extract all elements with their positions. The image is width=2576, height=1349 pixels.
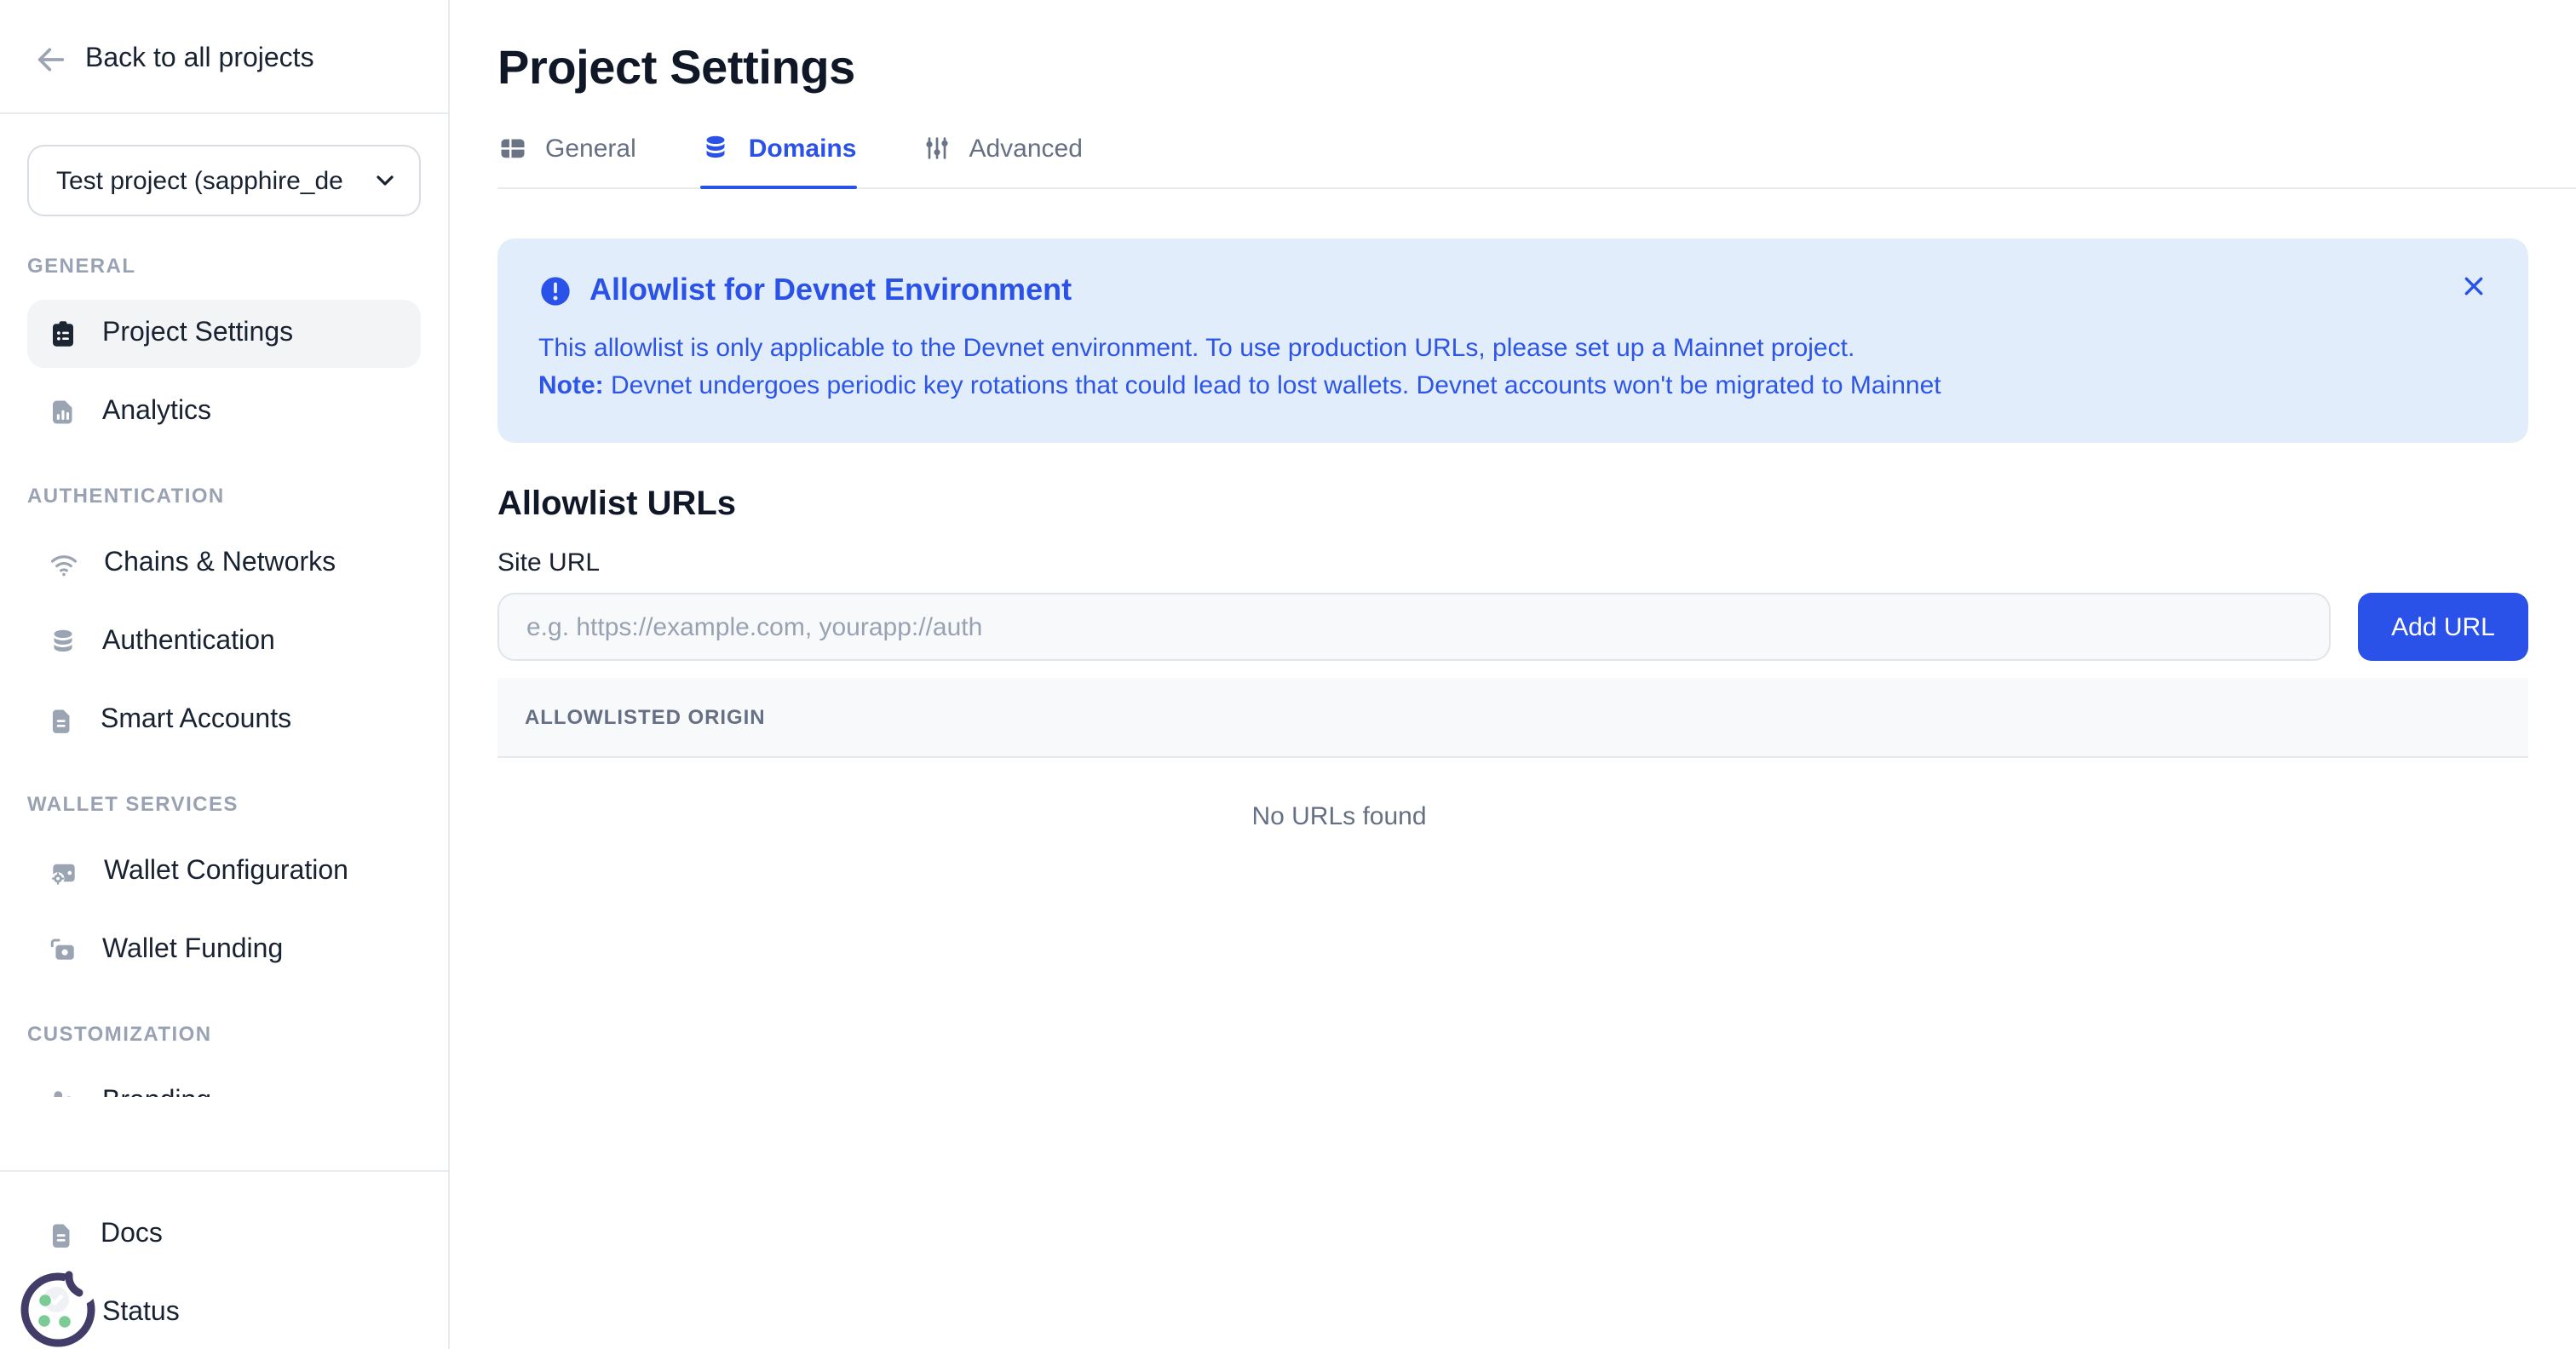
sidebar-item-label: Authentication [102, 627, 275, 657]
sidebar-item-label: Project Settings [102, 319, 293, 349]
allowlisted-origin-column-header: ALLOWLISTED ORIGIN [525, 705, 766, 729]
info-icon [538, 273, 572, 307]
sidebar-item-docs[interactable]: Docs [27, 1201, 421, 1269]
chevron-down-icon [371, 167, 399, 194]
back-to-projects-link[interactable]: Back to all projects [0, 0, 448, 77]
project-selector-value: Test project (sapphire_de [56, 166, 359, 195]
project-selector-dropdown[interactable]: Test project (sapphire_de [27, 145, 421, 216]
sidebar-item-label: Smart Accounts [101, 705, 291, 736]
tab-domains[interactable]: Domains [701, 123, 857, 187]
domains-panel: Allowlist for Devnet Environment This al… [497, 238, 2528, 831]
banknote-icon [48, 935, 78, 966]
sidebar-item-label: Wallet Funding [102, 935, 283, 966]
cookie-consent-button[interactable] [19, 1271, 97, 1349]
banner-note-text: Devnet undergoes periodic key rotations … [604, 371, 1941, 400]
back-arrow-icon [34, 43, 68, 77]
page-title: Project Settings [497, 41, 855, 95]
sidebar-item-label: Status [102, 1298, 180, 1329]
sidebar-item-wallet-configuration[interactable]: Wallet Configuration [27, 838, 421, 906]
tab-advanced[interactable]: Advanced [921, 123, 1082, 187]
banner-line1: This allowlist is only applicable to the… [538, 334, 1854, 363]
sidebar-item-label: Chains & Networks [104, 548, 336, 579]
tab-label: General [545, 134, 636, 163]
sidebar-item-label: Wallet Configuration [104, 857, 348, 887]
sidebar-item-wallet-funding[interactable]: Wallet Funding [27, 916, 421, 984]
main-content: Project Settings General Domains Advance… [450, 0, 2576, 1349]
sidebar-item-label: Analytics [102, 397, 211, 428]
sidebar-item-label: Docs [101, 1220, 163, 1250]
analytics-icon [48, 397, 78, 428]
tab-general[interactable]: General [497, 123, 636, 187]
sidebar-divider [0, 112, 448, 114]
tab-label: Advanced [969, 134, 1082, 163]
sidebar-item-authentication[interactable]: Authentication [27, 608, 421, 676]
file-icon [48, 706, 77, 735]
clipboard-icon [48, 319, 78, 349]
sidebar-nav: GENERAL Project Settings Analytics AUTHE… [0, 216, 448, 1097]
devnet-allowlist-banner: Allowlist for Devnet Environment This al… [497, 238, 2528, 443]
url-input-row: Add URL [497, 593, 2528, 661]
branding-icon [48, 1087, 78, 1097]
sidebar-item-smart-accounts[interactable]: Smart Accounts [27, 686, 421, 755]
sidebar-item-analytics[interactable]: Analytics [27, 378, 421, 446]
sliders-icon [921, 133, 952, 164]
app-window: Back to all projects Test project (sapph… [0, 0, 2576, 1349]
back-label: Back to all projects [85, 44, 314, 75]
wallet-gear-icon [48, 856, 80, 888]
section-label-customization: CUSTOMIZATION [27, 1022, 421, 1046]
database-icon [48, 627, 78, 657]
sidebar-item-label: Branding [102, 1087, 211, 1097]
sidebar-item-project-settings[interactable]: Project Settings [27, 300, 421, 368]
site-url-label: Site URL [497, 548, 2528, 577]
sidebar: Back to all projects Test project (sapph… [0, 0, 450, 1349]
section-label-wallet-services: WALLET SERVICES [27, 792, 421, 816]
wifi-icon [48, 548, 80, 580]
empty-state-text: No URLs found [497, 758, 2181, 831]
add-url-button[interactable]: Add URL [2358, 593, 2528, 661]
allowlist-urls-heading: Allowlist URLs [497, 485, 2528, 525]
site-url-input[interactable] [497, 593, 2331, 661]
banner-note-label: Note: [538, 371, 604, 400]
table-grid-icon [497, 133, 528, 164]
allowlist-table-header: ALLOWLISTED ORIGIN [497, 678, 2528, 758]
banner-title: Allowlist for Devnet Environment [589, 273, 1072, 308]
tab-label: Domains [749, 134, 857, 163]
sidebar-item-branding[interactable]: Branding [27, 1068, 421, 1097]
doc-icon [48, 1220, 77, 1249]
section-label-general: GENERAL [27, 254, 421, 278]
section-label-authentication: AUTHENTICATION [27, 484, 421, 508]
tab-bar: General Domains Advanced [497, 123, 2576, 189]
banner-body: This allowlist is only applicable to the… [538, 330, 2487, 405]
database-icon [701, 133, 732, 164]
close-icon[interactable] [2460, 273, 2487, 300]
sidebar-item-chains-networks[interactable]: Chains & Networks [27, 530, 421, 598]
